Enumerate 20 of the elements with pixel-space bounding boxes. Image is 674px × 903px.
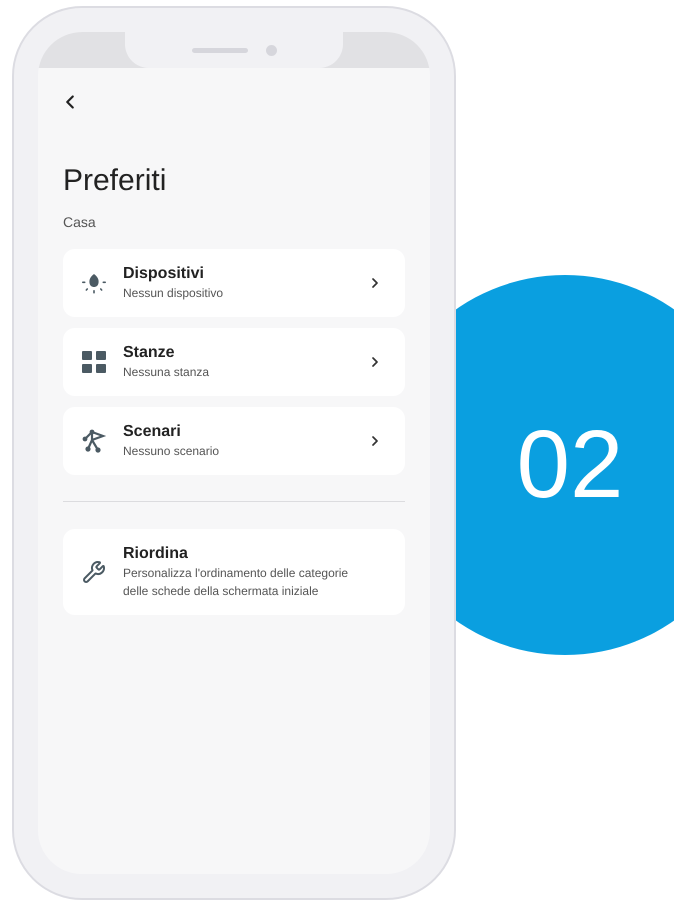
category-card[interactable]: Dispositivi Nessun dispositivo: [63, 249, 405, 317]
page-subtitle: Casa: [63, 213, 97, 232]
category-subtitle: Nessun dispositivo: [123, 285, 224, 302]
nodes-icon: [81, 428, 107, 454]
speaker: [192, 48, 248, 52]
category-card[interactable]: Stanze Nessuna stanza: [63, 328, 405, 396]
category-title: Scenari: [123, 422, 182, 442]
reorder-title: Riordina: [123, 544, 189, 564]
category-title: Stanze: [123, 343, 176, 363]
reorder-card[interactable]: Riordina Personalizza l'ordinamento delle categorie delle schede della schermata iniziale: [63, 529, 405, 615]
category-subtitle: Nessuno scenario: [123, 443, 220, 460]
page-title: Preferiti: [63, 166, 168, 196]
step-number: 02: [516, 417, 624, 513]
camera: [266, 44, 276, 56]
reorder-description: Personalizza l'ordinamento delle categorie delle schede della schermata iniziale: [123, 565, 350, 600]
wrench-icon: [82, 560, 106, 584]
category-subtitle: Nessuna stanza: [123, 364, 210, 381]
category-title: Dispositivi: [123, 264, 205, 284]
category-card[interactable]: Scenari Nessuno scenario: [63, 407, 405, 475]
grid-icon: [81, 349, 107, 375]
